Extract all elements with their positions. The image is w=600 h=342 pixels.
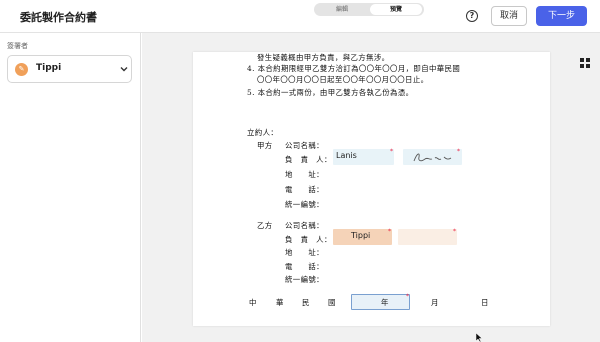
signature-image	[413, 153, 452, 162]
tab-edit[interactable]: 編輯	[316, 4, 368, 15]
date-min: 民	[302, 298, 310, 307]
tab-preview[interactable]: 預覽	[370, 4, 422, 15]
contract-clause-4: 4. 本合約期限經甲乙雙方洽訂為〇〇年〇〇月，即自中華民國	[247, 64, 461, 73]
date-month: 月	[431, 298, 439, 307]
cancel-button[interactable]: 取消	[491, 6, 527, 26]
required-mark: *	[390, 148, 393, 155]
party-b-company-label: 公司名稱：	[285, 221, 324, 230]
signer-avatar-icon: ✎	[15, 63, 28, 76]
party-a-label: 甲方	[257, 141, 273, 150]
party-a-person-label: 負 責 人：	[285, 155, 332, 164]
date-day: 日	[481, 298, 489, 307]
mouse-cursor-icon	[476, 333, 483, 342]
next-button[interactable]: 下一步	[536, 6, 587, 26]
required-mark: *	[453, 228, 456, 235]
required-mark: *	[406, 293, 409, 300]
top-bar: 委託製作合約書 ? 取消 下一步	[0, 0, 600, 33]
contract-clause-4-cont: 〇〇年〇〇月〇〇日起至〇〇年〇〇月〇〇日止。	[257, 75, 429, 84]
document-page: 發生疑義概由甲方負責，與乙方無涉。 4. 本合約期限經甲乙雙方洽訂為〇〇年〇〇月…	[193, 52, 550, 326]
party-header: 立約人：	[247, 128, 279, 137]
party-b-signature-field[interactable]	[398, 229, 457, 245]
party-b-address-label: 地 址：	[285, 248, 324, 257]
party-a-taxid-label: 統一編號：	[285, 200, 324, 209]
view-toggle: 編輯 預覽	[314, 3, 424, 16]
party-b-name-value: Tippi	[351, 231, 371, 240]
pencil-icon[interactable]	[86, 9, 98, 21]
party-b-phone-label: 電 話：	[285, 262, 324, 271]
signer-sidebar: 簽署者 ✎ Tippi	[0, 33, 141, 342]
required-mark: *	[388, 228, 391, 235]
signer-dropdown[interactable]: ✎ Tippi	[7, 55, 132, 83]
date-hua: 華	[276, 298, 284, 307]
party-b-taxid-label: 統一編號：	[285, 275, 324, 284]
date-zhong: 中	[249, 298, 257, 307]
contract-clause-3-end: 發生疑義概由甲方負責，與乙方無涉。	[257, 53, 390, 62]
grid-view-icon[interactable]	[580, 58, 590, 68]
party-b-person-label: 負 責 人：	[285, 235, 332, 244]
help-circle-icon[interactable]: ?	[466, 10, 478, 22]
party-a-phone-label: 電 話：	[285, 185, 324, 194]
party-a-name-value: Lanis	[336, 151, 357, 160]
contract-clause-5: 5. 本合約一式兩份，由甲乙雙方各執乙份為憑。	[247, 88, 414, 97]
required-mark: *	[457, 148, 460, 155]
signer-name: Tippi	[36, 63, 62, 73]
party-b-label: 乙方	[257, 221, 273, 230]
date-guo: 國	[328, 298, 336, 307]
party-a-company-label: 公司名稱：	[285, 141, 324, 150]
signer-section-label: 簽署者	[7, 42, 28, 50]
date-year: 年	[381, 298, 389, 307]
party-a-address-label: 地 址：	[285, 170, 324, 179]
chevron-down-icon	[120, 67, 128, 72]
